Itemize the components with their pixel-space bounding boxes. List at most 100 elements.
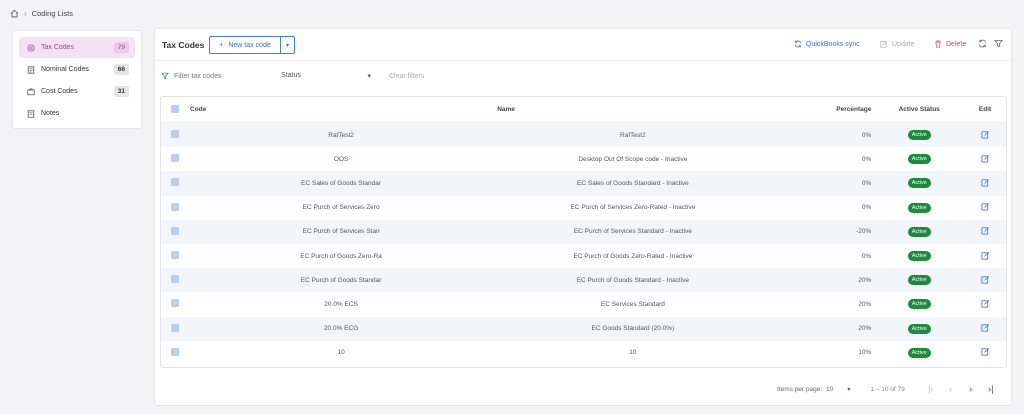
count-badge: 66 bbox=[113, 64, 129, 75]
cell-name: Desktop Out Of Scope code - Inactive bbox=[578, 155, 688, 163]
toolbar: Tax Codes + New tax code ▾ QuickBooks sy… bbox=[155, 29, 1011, 61]
cell-code: OOS bbox=[333, 155, 349, 163]
edit-icon[interactable] bbox=[981, 202, 990, 211]
status-select[interactable]: Status ▾ bbox=[281, 72, 371, 80]
sync-icon bbox=[794, 40, 802, 48]
new-tax-code-button[interactable]: + New tax code ▾ bbox=[209, 36, 295, 54]
chevron-down-icon[interactable]: ▾ bbox=[280, 37, 294, 53]
edit-icon[interactable] bbox=[981, 178, 990, 187]
cell-code: 10 bbox=[337, 349, 345, 357]
filter-bar: Filter tax codes Status ▾ Clear filters bbox=[155, 63, 1011, 89]
update-label: Update bbox=[892, 40, 915, 48]
cell-name: EC Purch of Services Zero-Rated - Inacti… bbox=[570, 204, 696, 212]
cell-percentage: 0% bbox=[861, 131, 872, 139]
delete-button[interactable]: Delete bbox=[934, 40, 966, 48]
row-checkbox[interactable] bbox=[171, 130, 179, 139]
cost-icon bbox=[27, 88, 35, 95]
clear-filters-button[interactable]: Clear filters bbox=[389, 73, 424, 80]
previous-page-icon[interactable]: ‹ bbox=[947, 384, 955, 394]
edit-icon[interactable] bbox=[981, 226, 990, 235]
table-header: Code Name Percentage Active Status Edit bbox=[161, 97, 1006, 123]
quickbooks-sync-button[interactable]: QuickBooks sync bbox=[794, 40, 860, 48]
row-checkbox[interactable] bbox=[171, 202, 179, 211]
update-button[interactable]: Update bbox=[880, 40, 915, 48]
status-label: Status bbox=[281, 72, 301, 79]
edit-icon[interactable] bbox=[981, 323, 990, 332]
edit-icon[interactable] bbox=[981, 275, 990, 284]
edit-icon[interactable] bbox=[981, 154, 990, 163]
cell-percentage: 0% bbox=[861, 204, 872, 212]
table-row[interactable]: EC Purch of Services Stan EC Purch of Ser… bbox=[161, 219, 1006, 244]
row-checkbox[interactable] bbox=[171, 299, 179, 308]
tax-codes-table: Code Name Percentage Active Status Edit … bbox=[160, 96, 1007, 368]
status-badge: Active bbox=[907, 226, 931, 237]
cell-name: EC Services Standard bbox=[600, 300, 665, 308]
row-checkbox[interactable] bbox=[171, 154, 179, 163]
last-page-icon[interactable]: ›| bbox=[987, 384, 995, 394]
filter-placeholder: Filter tax codes bbox=[174, 72, 222, 80]
edit-icon[interactable] bbox=[981, 299, 990, 308]
row-checkbox[interactable] bbox=[171, 251, 179, 260]
cell-percentage: -20% bbox=[856, 228, 872, 236]
header-name[interactable]: Name bbox=[493, 106, 772, 113]
table-row[interactable]: 10 10 10% Active bbox=[161, 341, 1006, 365]
status-badge: Active bbox=[907, 154, 931, 165]
cell-percentage: 0% bbox=[861, 155, 872, 163]
table-row[interactable]: RafTest2 RafTest2 0% Active bbox=[161, 123, 1006, 148]
next-page-icon[interactable]: › bbox=[967, 384, 975, 394]
cell-code: EC Purch of Services Zero bbox=[302, 204, 380, 212]
cell-percentage: 20% bbox=[858, 325, 872, 333]
table-row[interactable]: EC Purch of Goods Zero-Ra EC Purch of Goo… bbox=[161, 244, 1006, 268]
page-range: 1 – 10 of 79 bbox=[870, 385, 905, 393]
table-row[interactable]: 20.0% ECG EC Goods Standard (20.0%) 20% Act… bbox=[161, 316, 1006, 341]
row-checkbox[interactable] bbox=[171, 275, 179, 284]
header-active-status[interactable]: Active Status bbox=[874, 106, 964, 113]
refresh-icon[interactable] bbox=[978, 39, 987, 48]
cell-name: RafTest2 bbox=[620, 131, 646, 139]
new-tax-code-main[interactable]: + New tax code bbox=[210, 37, 280, 53]
breadcrumb: › Coding Lists bbox=[10, 9, 73, 18]
status-badge: Active bbox=[907, 202, 931, 213]
filter-tax-codes-input[interactable]: Filter tax codes bbox=[161, 72, 221, 80]
table-row[interactable]: EC Sales of Goods Standar EC Sales of Goo… bbox=[161, 171, 1006, 196]
table-row[interactable]: 20.0% ECS EC Services Standard 20% Active bbox=[161, 292, 1006, 316]
sidebar-item-label: Tax Codes bbox=[41, 44, 75, 51]
status-badge: Active bbox=[907, 178, 931, 189]
count-badge: 79 bbox=[113, 42, 129, 53]
table-row[interactable]: OOS Desktop Out Of Scope code - Inactive 0… bbox=[161, 147, 1006, 171]
header-percentage[interactable]: Percentage bbox=[773, 106, 875, 113]
row-checkbox[interactable] bbox=[171, 347, 179, 356]
table-row[interactable]: EC Purch of Goods Standar EC Purch of Goo… bbox=[161, 268, 1006, 293]
home-icon[interactable] bbox=[10, 9, 19, 18]
chevron-down-icon[interactable]: ▾ bbox=[847, 386, 850, 393]
filter-icon[interactable] bbox=[994, 39, 1003, 48]
chevron-down-icon: ▾ bbox=[367, 73, 371, 80]
delete-label: Delete bbox=[946, 40, 967, 48]
header-code[interactable]: Code bbox=[189, 106, 493, 113]
cell-name: EC Goods Standard (20.0%) bbox=[591, 325, 675, 333]
ledger-icon bbox=[27, 65, 35, 74]
cell-code: EC Purch of Services Stan bbox=[302, 228, 380, 236]
first-page-icon[interactable]: |‹ bbox=[927, 384, 935, 394]
row-checkbox[interactable] bbox=[171, 178, 179, 187]
sidebar-item-notes[interactable]: Notes bbox=[19, 103, 135, 124]
cell-name: EC Sales of Goods Standard - Inactive bbox=[577, 179, 689, 187]
status-badge: Active bbox=[907, 130, 931, 141]
header-edit: Edit bbox=[978, 106, 992, 113]
table-row[interactable]: EC Purch of Services Zero EC Purch of Ser… bbox=[161, 196, 1006, 220]
sidebar-item-nominal-codes[interactable]: Nominal Codes 66 bbox=[19, 59, 135, 80]
notes-icon bbox=[27, 109, 35, 118]
select-all-checkbox[interactable] bbox=[171, 104, 179, 113]
sidebar: Tax Codes 79 Nominal Codes 66 Cost Codes… bbox=[12, 30, 142, 129]
cell-code: EC Purch of Goods Zero-Ra bbox=[300, 252, 382, 260]
sidebar-item-tax-codes[interactable]: Tax Codes 79 bbox=[19, 37, 135, 58]
new-tax-code-label: New tax code bbox=[228, 41, 271, 49]
row-checkbox[interactable] bbox=[171, 226, 179, 235]
edit-icon[interactable] bbox=[981, 251, 990, 260]
sidebar-item-label: Cost Codes bbox=[41, 88, 78, 95]
sidebar-item-cost-codes[interactable]: Cost Codes 31 bbox=[19, 81, 135, 102]
items-per-page-value[interactable]: 10 bbox=[826, 386, 833, 393]
row-checkbox[interactable] bbox=[171, 323, 179, 332]
edit-icon[interactable] bbox=[981, 130, 990, 139]
edit-icon[interactable] bbox=[981, 347, 990, 356]
